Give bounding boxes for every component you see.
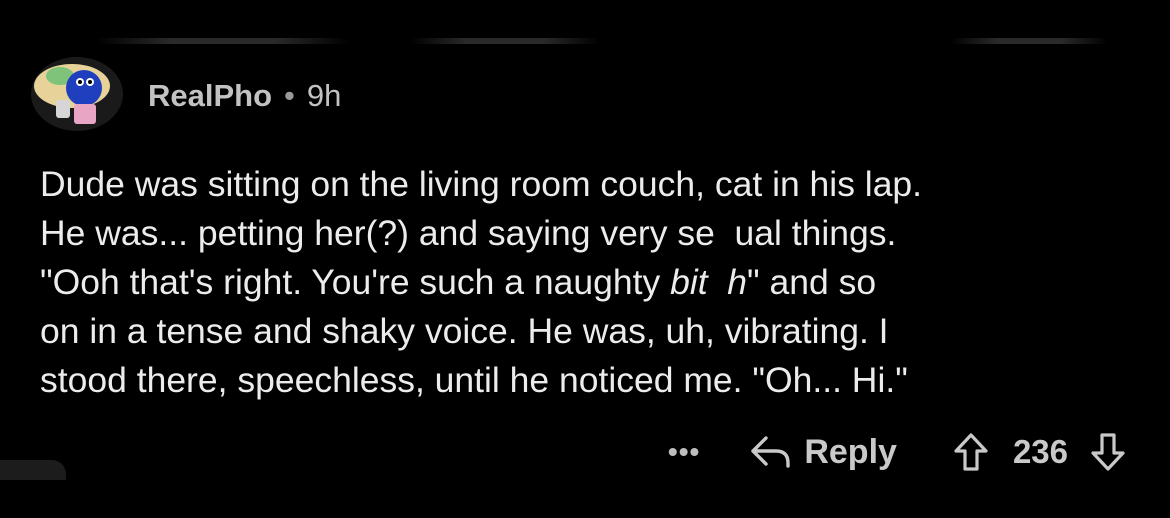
comment-text-segment: " and so — [747, 262, 877, 302]
comment-action-bar: ••• Reply 236 — [668, 426, 1126, 478]
comment-body-line: He was... petting her(?) and saying very… — [40, 209, 1140, 258]
reply-label: Reply — [804, 432, 897, 471]
comment-text-segment: on in a tense and shaky voice. He was, u… — [40, 311, 889, 351]
comment-meta: RealPho • 9h — [148, 78, 341, 114]
comment-body-line: "Ooh that's right. You're such a naughty… — [40, 258, 1140, 307]
comment-body: Dude was sitting on the living room couc… — [40, 160, 1140, 405]
comment-age: 9h — [306, 78, 342, 113]
comment-body-line: stood there, speechless, until he notice… — [40, 356, 1140, 405]
comment-text-segment: "Ooh that's right. You're such a naughty — [40, 262, 671, 302]
previous-content-edge-left — [96, 38, 350, 44]
comment-text-segment: Dude was sitting on the living room couc… — [40, 164, 923, 204]
comment-italic-segment: bit h — [670, 262, 748, 302]
vote-count: 236 — [1012, 433, 1068, 470]
comment-text-segment: stood there, speechless, until he notice… — [40, 360, 908, 400]
meta-separator: • — [284, 78, 295, 113]
upvote-arrow-icon — [954, 433, 988, 471]
downvote-arrow-icon — [1091, 433, 1125, 471]
previous-content-edge-middle — [410, 38, 600, 44]
previous-content-edge-right — [950, 38, 1108, 44]
vote-group: 236 — [953, 432, 1126, 472]
comment-body-line: Dude was sitting on the living room couc… — [40, 160, 1140, 209]
avatar-icon[interactable] — [30, 56, 124, 132]
more-icon[interactable]: ••• — [668, 436, 700, 468]
downvote-button[interactable] — [1090, 432, 1126, 472]
comment-header: RealPho • 9h — [30, 56, 341, 132]
comment-text-segment: He was... petting her(?) and saying very… — [40, 213, 897, 253]
reply-button[interactable]: Reply — [750, 433, 897, 472]
partial-ui-element — [0, 460, 66, 480]
comment-body-line: on in a tense and shaky voice. He was, u… — [40, 307, 1140, 356]
upvote-button[interactable] — [953, 432, 989, 472]
reply-arrow-icon — [751, 436, 791, 468]
author-name[interactable]: RealPho — [148, 78, 272, 114]
